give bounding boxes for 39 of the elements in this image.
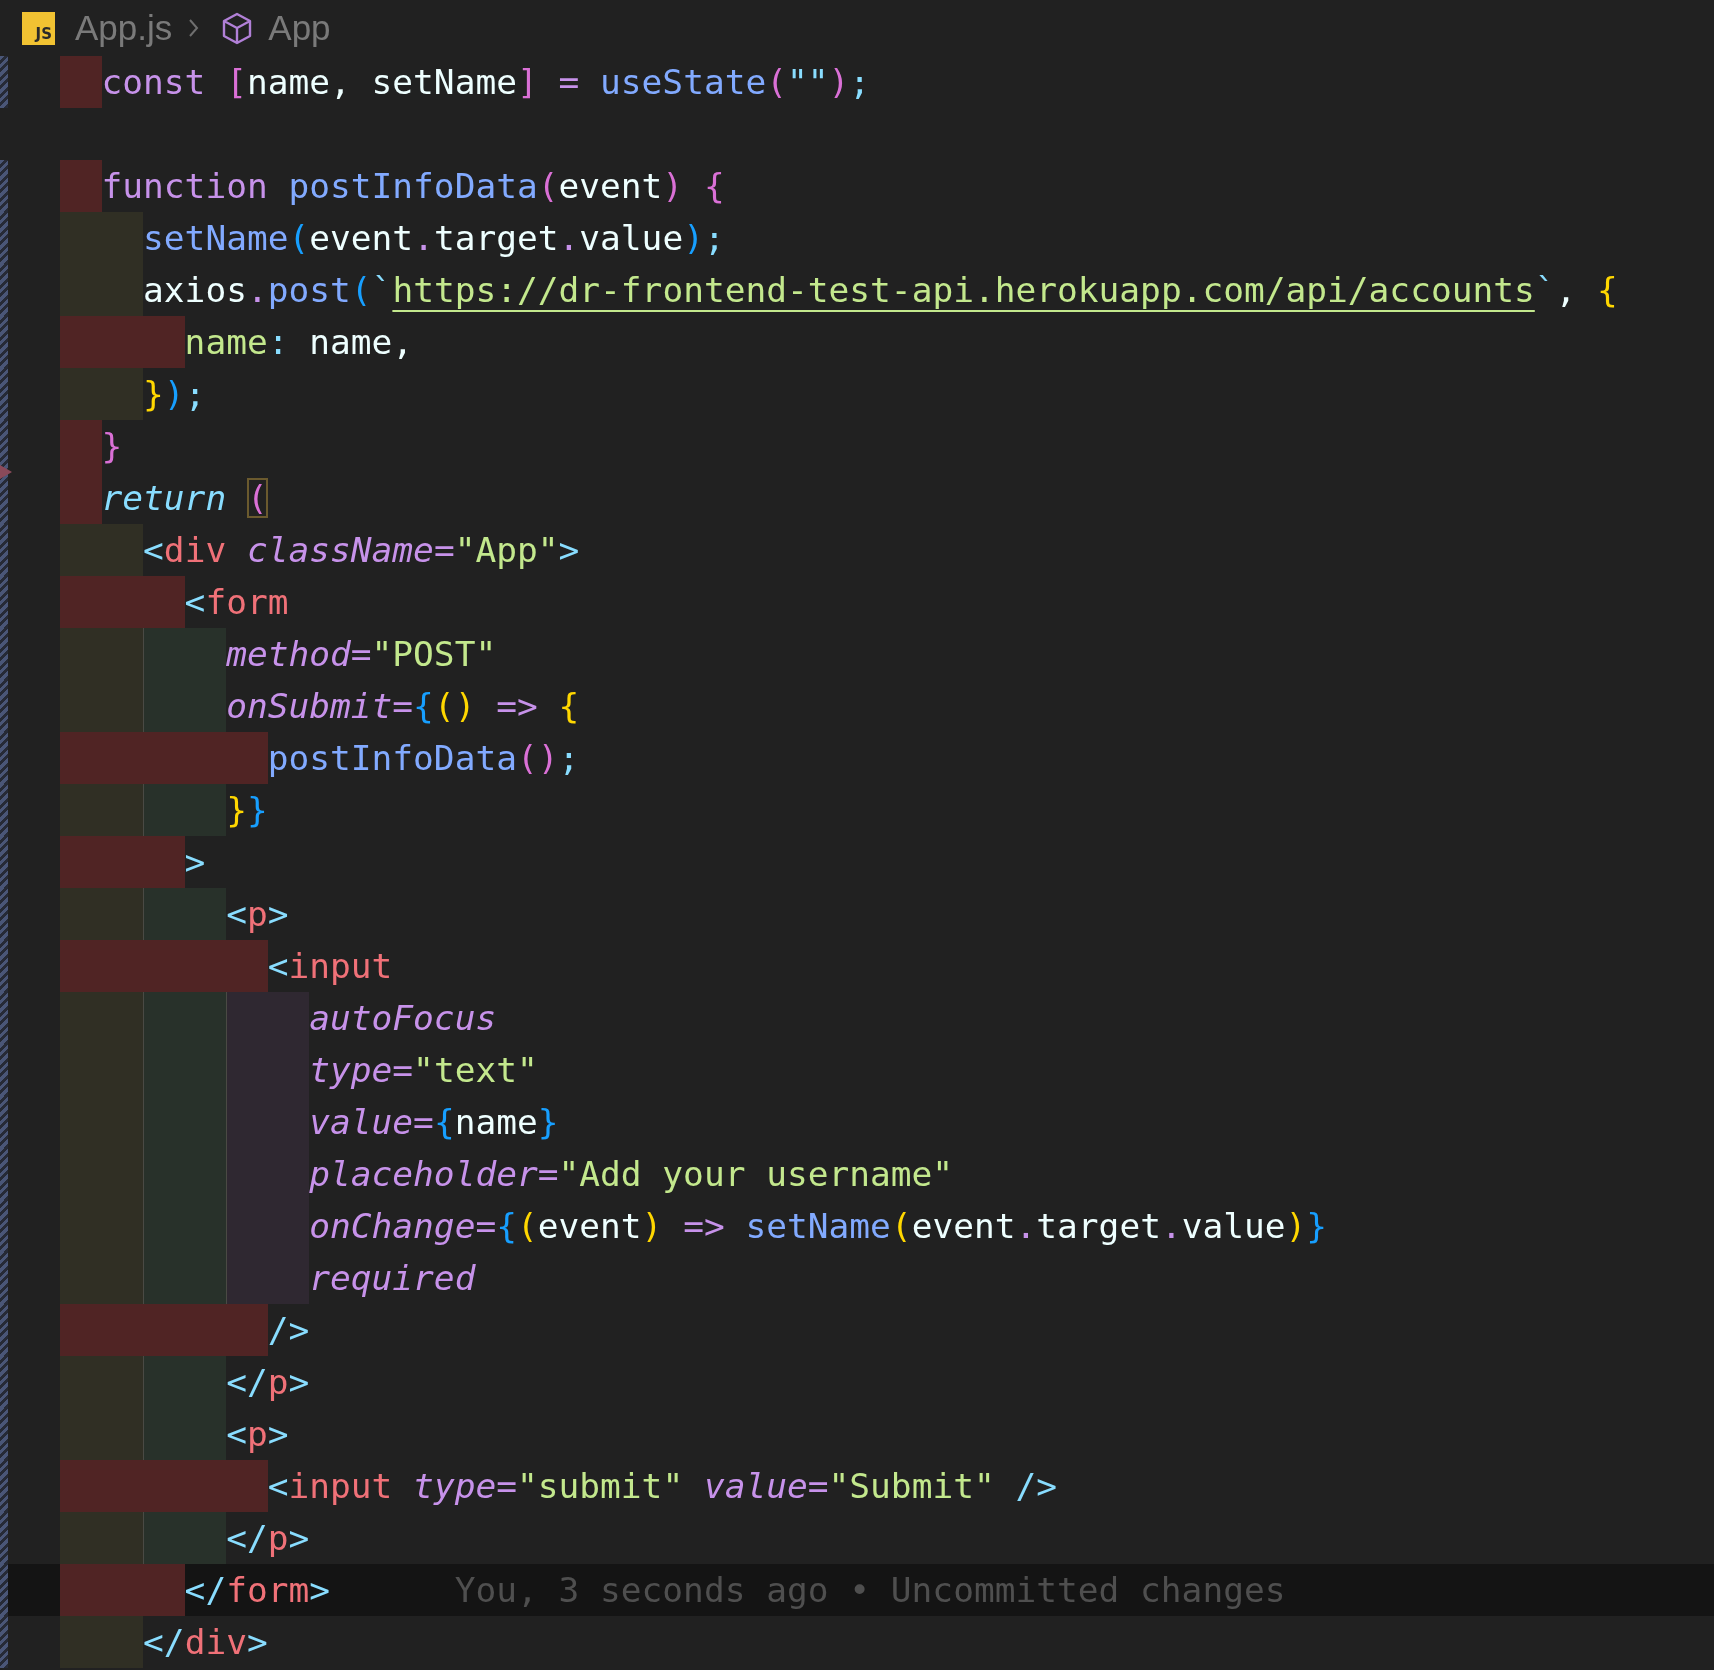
code-line: </div> bbox=[143, 1621, 268, 1664]
code-line: <p> bbox=[226, 1413, 289, 1456]
code-line: method="POST" bbox=[226, 633, 497, 676]
code-line: type="text" bbox=[309, 1049, 538, 1092]
code-line: <input type="submit" value="Submit" /> bbox=[267, 1465, 1058, 1508]
code-line: } bbox=[101, 425, 123, 468]
code-line: placeholder="Add your username" bbox=[309, 1153, 954, 1196]
indent-error-highlight bbox=[60, 160, 102, 212]
code-line: </p> bbox=[226, 1517, 310, 1560]
code-line: <input bbox=[267, 945, 393, 988]
code-line: > bbox=[184, 841, 206, 884]
code-line: axios.post(`https://dr-frontend-test-api.herokuapp.com/api/accounts`, { bbox=[143, 269, 1618, 312]
code-line: value={name} bbox=[309, 1101, 559, 1144]
code-line: </form> bbox=[184, 1569, 331, 1612]
code-line: postInfoData(); bbox=[267, 737, 580, 780]
chevron-right-icon bbox=[186, 17, 201, 39]
indent-error-highlight bbox=[60, 56, 102, 108]
code-line: return ( bbox=[101, 477, 268, 520]
code-line: /> bbox=[267, 1309, 310, 1352]
code-line: </p> bbox=[226, 1361, 310, 1404]
breadcrumb-symbol[interactable]: App bbox=[268, 8, 331, 48]
code-line: }); bbox=[143, 373, 206, 416]
code-line: onSubmit={() => { bbox=[226, 685, 580, 728]
code-line: onChange={(event) => setName(event.target.value)} bbox=[309, 1205, 1328, 1248]
code-line: <div className="App"> bbox=[143, 529, 580, 572]
code-line: autoFocus bbox=[309, 997, 497, 1040]
javascript-file-icon: JS bbox=[22, 11, 55, 45]
code-line: }} bbox=[226, 789, 268, 832]
blame-annotation: You, 3 seconds ago • Uncommitted changes bbox=[454, 1569, 1286, 1612]
code-line: <p> bbox=[226, 893, 289, 936]
indent-error-highlight bbox=[60, 472, 102, 524]
code-line: const [name, setName] = useState(""); bbox=[101, 61, 871, 104]
code-line: setName(event.target.value); bbox=[143, 217, 725, 260]
breadcrumb-file[interactable]: App.js bbox=[75, 8, 173, 48]
code-line: <form bbox=[184, 581, 289, 624]
code-line: name: name, bbox=[184, 321, 414, 364]
indent-error-highlight bbox=[60, 420, 102, 472]
code-line: required bbox=[309, 1257, 476, 1300]
code-line: function postInfoData(event) { bbox=[101, 165, 725, 208]
